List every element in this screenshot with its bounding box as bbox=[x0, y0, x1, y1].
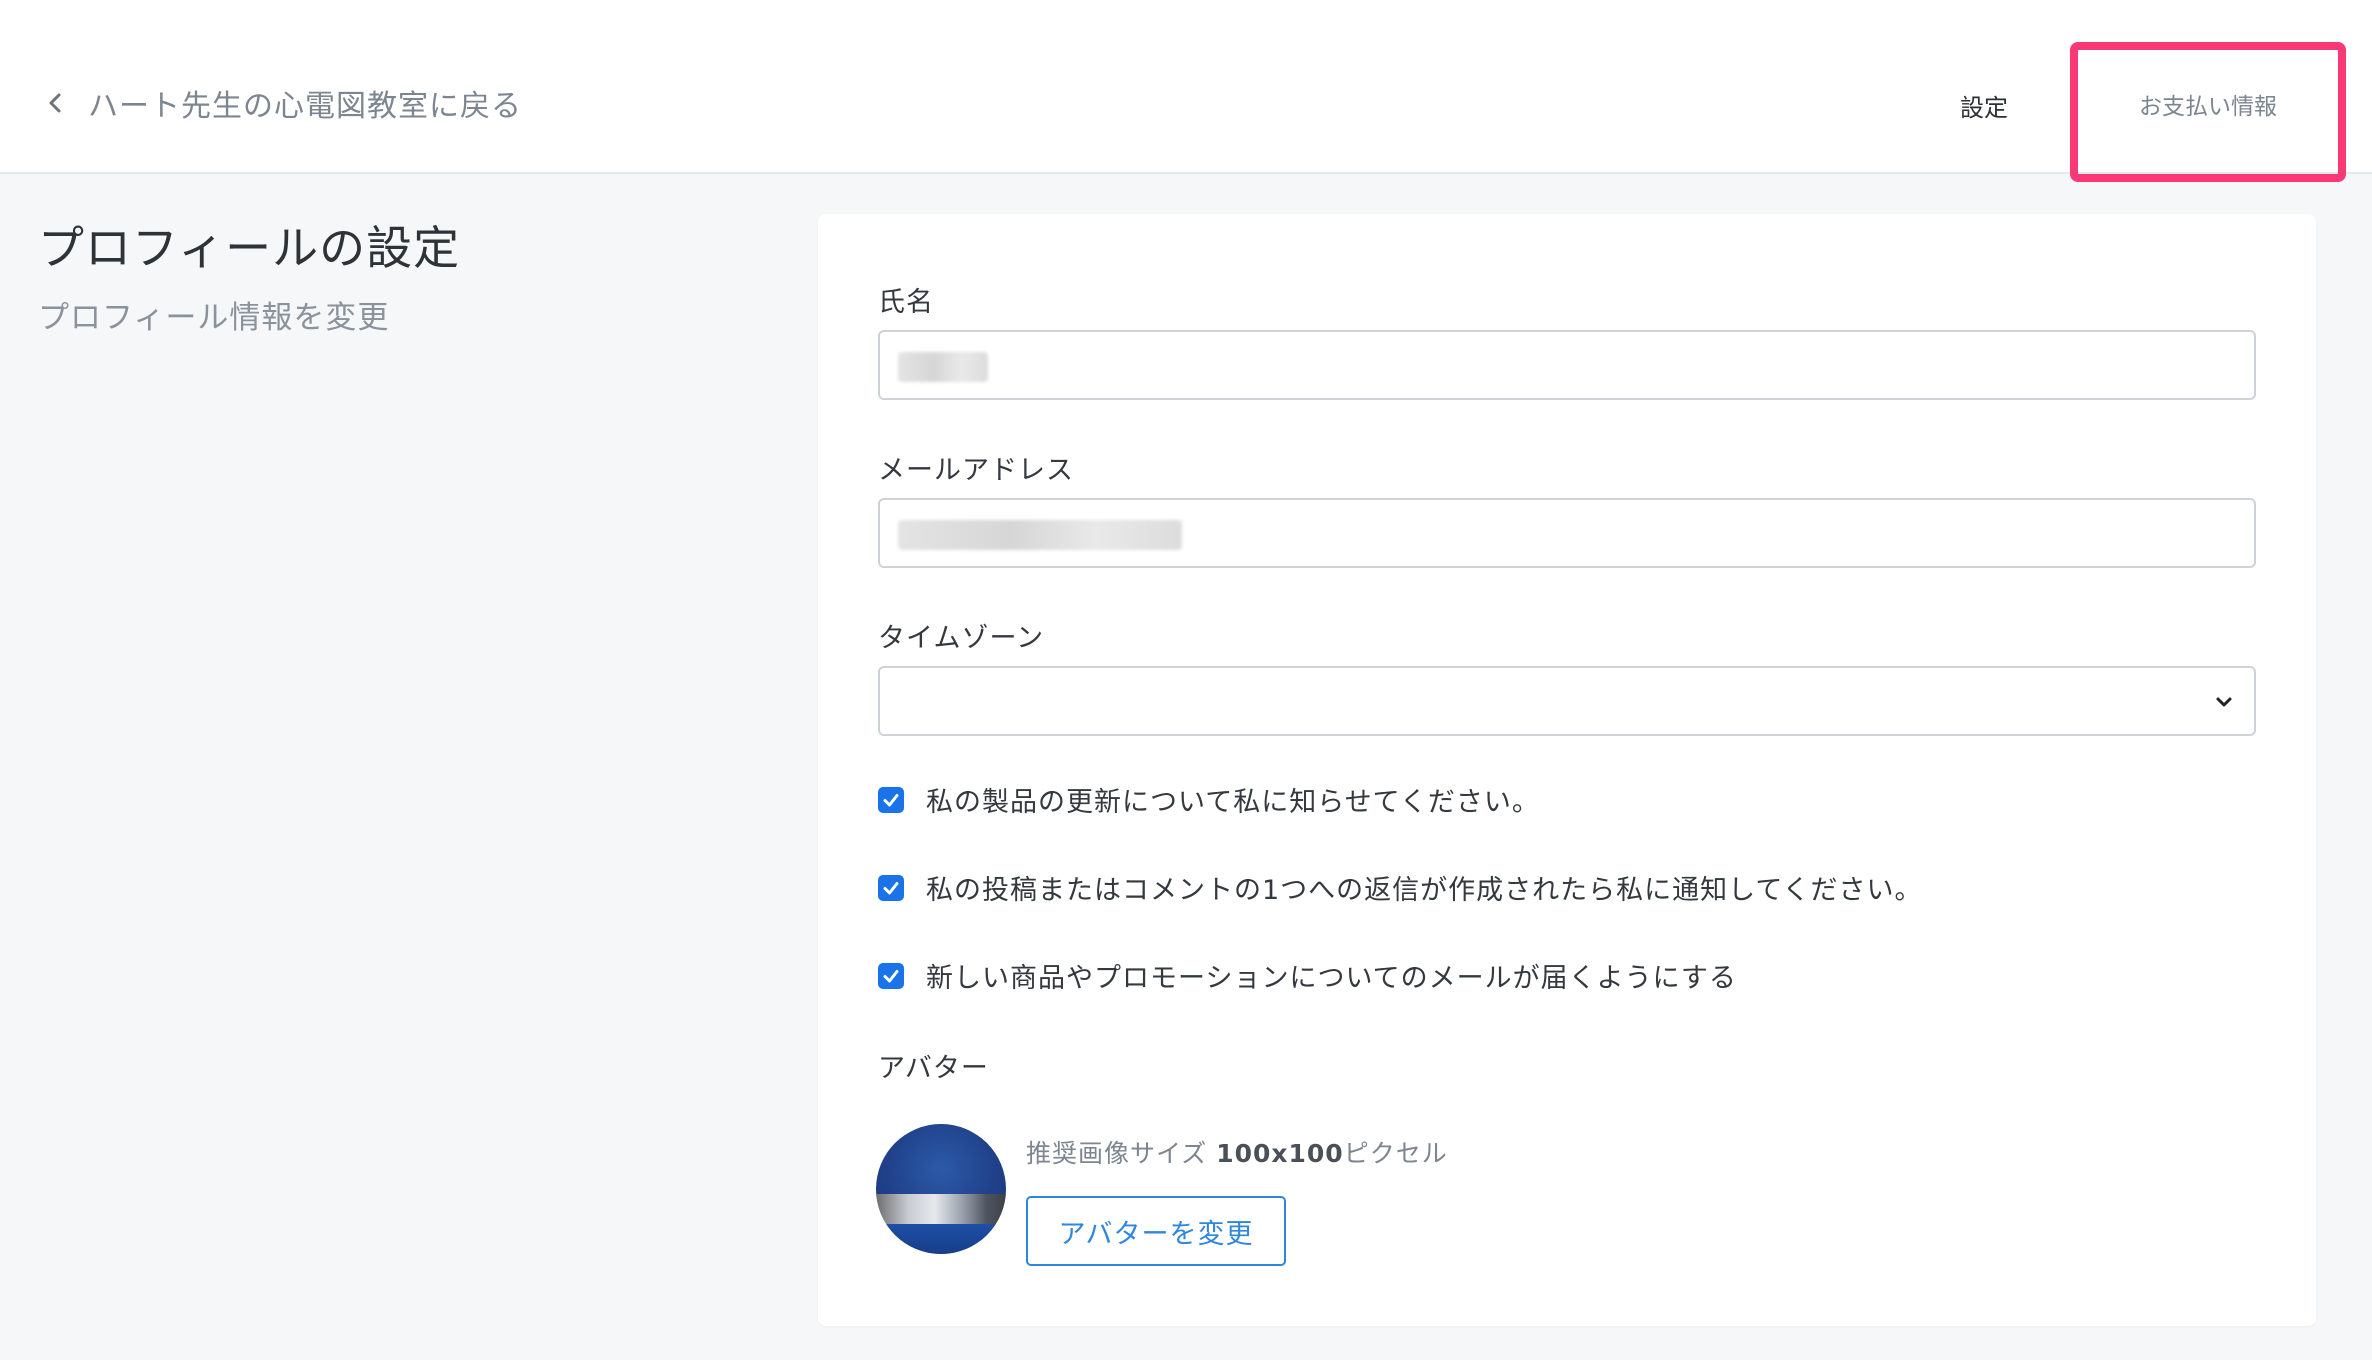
avatar-image-landscape bbox=[876, 1194, 1006, 1224]
promotions-email-checkbox[interactable]: 新しい商品やプロモーションについてのメールが届くようにする bbox=[878, 956, 1737, 995]
profile-form-card: 氏名 メールアドレス タイムゾーン 私の製品の更新について私に知らせてください。… bbox=[818, 214, 2316, 1326]
avatar-size-hint: 推奨画像サイズ 100x100ピクセル bbox=[1026, 1134, 1448, 1170]
checkmark-icon[interactable] bbox=[878, 786, 904, 813]
change-avatar-button[interactable]: アバターを変更 bbox=[1026, 1196, 1286, 1266]
avatar-hint-size: 100x100 bbox=[1216, 1139, 1344, 1168]
checkbox-label: 私の投稿またはコメントの1つへの返信が作成されたら私に通知してください。 bbox=[926, 875, 1923, 906]
chevron-down-icon bbox=[2212, 690, 2236, 714]
name-field[interactable] bbox=[878, 330, 2256, 400]
name-label: 氏名 bbox=[878, 287, 934, 318]
notify-product-updates-checkbox[interactable]: 私の製品の更新について私に知らせてください。 bbox=[878, 780, 1540, 819]
checkmark-icon[interactable] bbox=[878, 874, 904, 901]
page-title: プロフィールの設定 bbox=[38, 221, 461, 275]
top-navigation-bar: ハート先生の心電図教室に戻る 設定 お支払い情報 bbox=[0, 0, 2372, 182]
timezone-select[interactable] bbox=[878, 666, 2256, 736]
checkmark-icon[interactable] bbox=[878, 962, 904, 989]
chevron-left-icon bbox=[42, 90, 68, 116]
timezone-label: タイムゾーン bbox=[878, 623, 1045, 654]
notify-replies-checkbox[interactable]: 私の投稿またはコメントの1つへの返信が作成されたら私に通知してください。 bbox=[878, 868, 1923, 907]
checkbox-label: 私の製品の更新について私に知らせてください。 bbox=[926, 787, 1540, 818]
email-label: メールアドレス bbox=[878, 455, 1074, 486]
avatar-hint-prefix: 推奨画像サイズ bbox=[1026, 1139, 1217, 1168]
nav-settings-link[interactable]: 設定 bbox=[1960, 88, 2008, 123]
avatar-hint-suffix: ピクセル bbox=[1343, 1139, 1448, 1168]
page-subtitle: プロフィール情報を変更 bbox=[38, 300, 390, 336]
nav-billing-label: お支払い情報 bbox=[2139, 94, 2277, 120]
back-link-label: ハート先生の心電図教室に戻る bbox=[88, 89, 522, 124]
avatar-label: アバター bbox=[878, 1053, 989, 1084]
back-link[interactable]: ハート先生の心電図教室に戻る bbox=[42, 78, 522, 128]
avatar-image-water bbox=[876, 1224, 1006, 1254]
checkbox-label: 新しい商品やプロモーションについてのメールが届くようにする bbox=[926, 963, 1737, 994]
avatar bbox=[876, 1124, 1006, 1254]
email-field-value bbox=[898, 520, 1182, 550]
nav-billing-link[interactable]: お支払い情報 bbox=[2070, 42, 2346, 182]
email-field[interactable] bbox=[878, 498, 2256, 568]
name-field-value bbox=[898, 352, 988, 382]
